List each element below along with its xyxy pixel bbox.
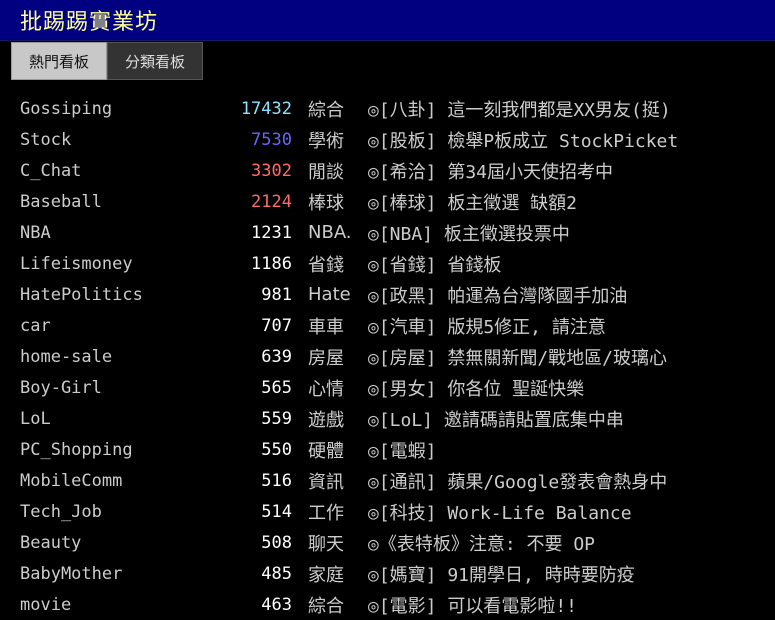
board-row[interactable]: movie 463 綜合 ◎[電影] 可以看電影啦!! (0, 589, 775, 620)
board-title: ◎[科技] Work-Life Balance (368, 502, 632, 524)
board-row[interactable]: Beauty 508 聊天 ◎《表特板》注意: 不要 OP (0, 527, 775, 558)
board-title: ◎[希洽] 第34屆小天使招考中 (368, 161, 614, 183)
board-row[interactable]: car 707 車車 ◎[汽車] 版規5修正, 請注意 (0, 310, 775, 341)
board-user-count: 559 (261, 408, 292, 429)
board-category: Hate (308, 284, 351, 305)
board-name[interactable]: Lifeismoney (0, 254, 210, 274)
board-row[interactable]: MobileComm 516 資訊 ◎[通訊] 蘋果/Google發表會熱身中 (0, 465, 775, 496)
board-category: 學術 (308, 130, 344, 152)
board-user-count: 514 (261, 501, 292, 522)
board-title: ◎[LoL] 邀請碼請貼置底集中串 (368, 409, 624, 431)
board-category: 心情 (308, 378, 344, 400)
board-category: 房屋 (308, 347, 344, 369)
board-category: 遊戲 (308, 409, 344, 431)
board-name[interactable]: C_Chat (0, 161, 210, 181)
board-row[interactable]: LoL 559 遊戲 ◎[LoL] 邀請碼請貼置底集中串 (0, 403, 775, 434)
board-category: 綜合 (308, 99, 344, 121)
board-title: ◎[通訊] 蘋果/Google發表會熱身中 (368, 471, 668, 493)
board-name[interactable]: Gossiping (0, 99, 210, 119)
board-list: Gossiping 17432 綜合 ◎[八卦] 這一刻我們都是XX男友(挺) Stoc… (0, 93, 775, 620)
board-name[interactable]: LoL (0, 409, 210, 429)
board-name[interactable]: MobileComm (0, 471, 210, 491)
board-name[interactable]: home-sale (0, 347, 210, 367)
board-row[interactable]: Gossiping 17432 綜合 ◎[八卦] 這一刻我們都是XX男友(挺) (0, 93, 775, 124)
board-name[interactable]: PC_Shopping (0, 440, 210, 460)
tab-bar: 熱門看板 分類看板 (11, 42, 775, 80)
board-user-count: 463 (261, 594, 292, 615)
board-category: 棒球 (308, 192, 344, 214)
board-title: ◎[電蝦] (368, 440, 437, 462)
board-category: 硬體 (308, 440, 344, 462)
board-row[interactable]: Boy-Girl 565 心情 ◎[男女] 你各位 聖誕快樂 (0, 372, 775, 403)
board-user-count: 639 (261, 346, 292, 367)
board-row[interactable]: Baseball 2124 棒球 ◎[棒球] 板主徵選 缺額2 (0, 186, 775, 217)
board-row[interactable]: C_Chat 3302 閒談 ◎[希洽] 第34屆小天使招考中 (0, 155, 775, 186)
board-user-count: 707 (261, 315, 292, 336)
board-title: ◎[股板] 檢舉P板成立 StockPicket (368, 130, 679, 152)
board-category: 車車 (308, 316, 344, 338)
board-user-count: 17432 (240, 98, 292, 119)
board-name[interactable]: NBA (0, 223, 210, 243)
board-name[interactable]: Boy-Girl (0, 378, 210, 398)
board-user-count: 516 (261, 470, 292, 491)
board-name[interactable]: Baseball (0, 192, 210, 212)
board-title: ◎[省錢] 省錢板 (368, 254, 502, 276)
board-name[interactable]: Stock (0, 130, 210, 150)
board-category: 聊天 (308, 533, 344, 555)
board-category: NBA. (308, 222, 352, 243)
board-category: 工作 (308, 502, 344, 524)
board-user-count: 2124 (251, 191, 292, 212)
board-title: ◎[政黑] 帕運為台灣隊國手加油 (368, 285, 628, 307)
board-category: 家庭 (308, 564, 344, 586)
board-category: 綜合 (308, 595, 344, 617)
top-bar: 批踢踢實業坊 (0, 0, 775, 41)
site-title[interactable]: 批踢踢實業坊 (20, 4, 158, 36)
tab-hot-boards[interactable]: 熱門看板 (11, 42, 108, 80)
board-row[interactable]: Stock 7530 學術 ◎[股板] 檢舉P板成立 StockPicket (0, 124, 775, 155)
board-row[interactable]: Tech_Job 514 工作 ◎[科技] Work-Life Balance (0, 496, 775, 527)
board-row[interactable]: PC_Shopping 550 硬體 ◎[電蝦] (0, 434, 775, 465)
board-row[interactable]: Lifeismoney 1186 省錢 ◎[省錢] 省錢板 (0, 248, 775, 279)
board-title: ◎[男女] 你各位 聖誕快樂 (368, 378, 585, 400)
board-user-count: 3302 (251, 160, 292, 181)
board-name[interactable]: HatePolitics (0, 285, 210, 305)
board-title: ◎[八卦] 這一刻我們都是XX男友(挺) (368, 99, 671, 121)
board-row[interactable]: HatePolitics 981 Hate ◎[政黑] 帕運為台灣隊國手加油 (0, 279, 775, 310)
board-name[interactable]: Beauty (0, 533, 210, 553)
board-title: ◎《表特板》注意: 不要 OP (368, 533, 596, 555)
board-user-count: 7530 (251, 129, 292, 150)
tab-category-boards[interactable]: 分類看板 (107, 42, 204, 80)
board-title: ◎[棒球] 板主徵選 缺額2 (368, 192, 578, 214)
board-category: 資訊 (308, 471, 344, 493)
board-category: 省錢 (308, 254, 344, 276)
board-user-count: 508 (261, 532, 292, 553)
board-row[interactable]: home-sale 639 房屋 ◎[房屋] 禁無關新聞/戰地區/玻璃心 (0, 341, 775, 372)
board-user-count: 550 (261, 439, 292, 460)
board-user-count: 485 (261, 563, 292, 584)
board-name[interactable]: BabyMother (0, 564, 210, 584)
board-user-count: 1186 (251, 253, 292, 274)
board-name[interactable]: movie (0, 595, 210, 615)
board-title: ◎[媽寶] 91開學日, 時時要防疫 (368, 564, 635, 586)
board-title: ◎[NBA] 板主徵選投票中 (368, 223, 570, 245)
board-title: ◎[汽車] 版規5修正, 請注意 (368, 316, 606, 338)
board-name[interactable]: Tech_Job (0, 502, 210, 522)
board-user-count: 1231 (251, 222, 292, 243)
board-title: ◎[電影] 可以看電影啦!! (368, 595, 578, 617)
board-title: ◎[房屋] 禁無關新聞/戰地區/玻璃心 (368, 347, 668, 369)
board-row[interactable]: BabyMother 485 家庭 ◎[媽寶] 91開學日, 時時要防疫 (0, 558, 775, 589)
board-category: 閒談 (308, 161, 344, 183)
board-name[interactable]: car (0, 316, 210, 336)
board-user-count: 981 (261, 284, 292, 305)
board-user-count: 565 (261, 377, 292, 398)
board-row[interactable]: NBA 1231 NBA. ◎[NBA] 板主徵選投票中 (0, 217, 775, 248)
